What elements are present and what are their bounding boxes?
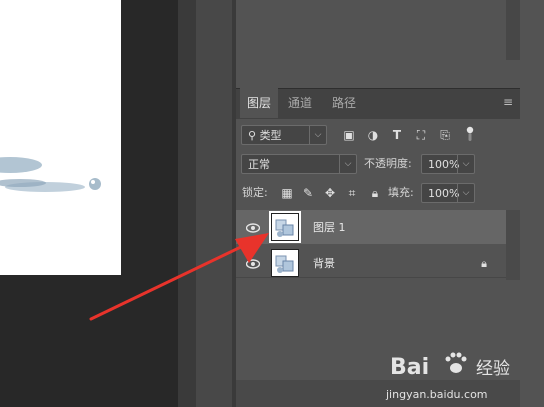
blend-mode-value: 正常 [248,158,270,171]
shape-filter-icon[interactable]: ⛶ [414,128,428,142]
opacity-input[interactable]: 100% ⌵ [421,154,475,174]
layer-filter-select[interactable]: ⚲ 类型 ⌵ [241,125,327,145]
lock-position-icon[interactable]: ✥ [323,186,337,200]
layer-name: 背景 [313,257,335,270]
blend-mode-select[interactable]: 正常 ⌵ [241,154,357,174]
layer-row-background[interactable]: 背景 🔒︎ [236,246,506,280]
layer-row-layer1[interactable]: 图层 1 [236,210,506,244]
type-filter-icon[interactable]: T [390,128,404,142]
search-icon: ⚲ [248,129,257,142]
layer-lock-icon: 🔒︎ [481,257,487,270]
opacity-value: 100% [428,158,460,171]
lock-label: 锁定: [242,186,268,199]
prevent-auto-nesting-icon[interactable]: ⌗ [345,186,359,200]
tab-layers[interactable]: 图层 [240,88,278,118]
chevron-down-icon: ⌵ [457,184,474,202]
layers-panel-tabbar [236,88,520,119]
chevron-down-icon: ⌵ [309,126,326,144]
smart-object-filter-icon[interactable]: ⎘ [438,128,452,142]
layer-thumbnail [269,211,301,243]
watermark-brand: Bai [390,355,429,380]
layer-thumbnail [271,249,299,277]
fill-value: 100% [428,187,460,200]
watermark-brand2: 经验 [476,359,510,379]
panel-divider[interactable] [178,0,196,407]
tab-channels[interactable]: 通道 [280,88,320,118]
panel-menu-icon[interactable]: ≡ [503,96,515,108]
layers-list-end [236,277,520,278]
lock-all-icon[interactable]: 🔒︎ [368,186,382,200]
adjustment-filter-icon[interactable]: ◑ [366,128,380,142]
upper-panel [236,0,520,85]
filter-toggle-icon[interactable] [466,126,474,142]
layer-name: 图层 1 [313,221,346,234]
annotation-arrow [89,233,269,321]
filter-kind-label: 类型 [259,129,282,142]
tab-paths[interactable]: 路径 [324,88,364,118]
opacity-label: 不透明度: [364,157,412,170]
image-filter-icon[interactable]: ▣ [342,128,356,142]
lock-image-pixels-icon[interactable]: ✎ [301,186,315,200]
chevron-down-icon: ⌵ [457,155,474,173]
upper-panel-scrollbar[interactable] [506,0,520,60]
fill-label: 填充: [388,186,414,199]
watermark-url: jingyan.baidu.com [385,388,488,401]
chevron-down-icon: ⌵ [339,155,356,173]
collapsed-panel-dock[interactable] [196,0,232,407]
baidu-watermark: Bai 经验 jingyan.baidu.com [384,340,544,407]
fill-input[interactable]: 100% ⌵ [421,183,475,203]
layers-scrollbar[interactable] [506,210,520,280]
paw-icon [445,352,467,373]
lock-transparent-pixels-icon[interactable]: ▦ [280,186,294,200]
